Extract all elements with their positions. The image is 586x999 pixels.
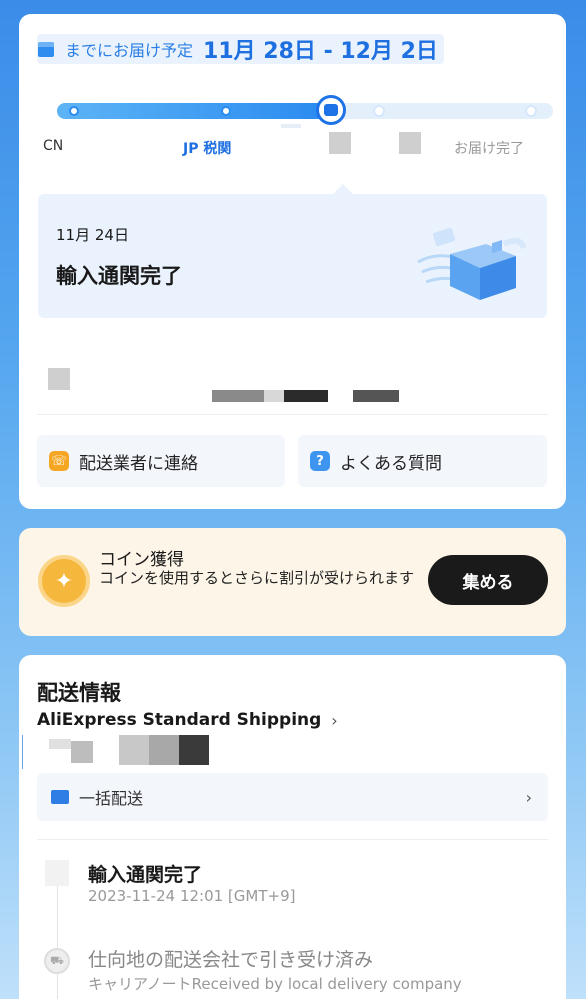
stage-cn: CN <box>43 138 64 154</box>
current-stage-icon <box>316 95 346 125</box>
obscured-label <box>281 124 301 128</box>
progress-dot-jp <box>221 106 231 116</box>
status-title: 輸入通関完了 <box>56 264 182 288</box>
event-title: 仕向地の配送会社で引き受け済み <box>88 949 374 971</box>
collect-coins-button[interactable]: 集める <box>428 555 548 605</box>
contact-carrier-button[interactable]: ☏ 配送業者に連絡 <box>37 435 285 487</box>
carrier-name: AliExpress Standard Shipping <box>37 710 322 730</box>
event-title: 輸入通関完了 <box>88 864 203 886</box>
tracking-card: までにお届け予定 11月 28日 - 12月 2日 CN JP 税関 お届け完了… <box>19 14 566 509</box>
obscured-text <box>264 390 284 402</box>
chevron-right-icon: › <box>331 710 338 730</box>
package-illustration-icon <box>417 227 526 300</box>
delivery-prefix: までにお届け予定 <box>65 41 194 60</box>
status-date: 11月 24日 <box>56 226 129 244</box>
obscured-text <box>353 390 399 402</box>
obscured-text <box>119 735 149 765</box>
shipping-title: 配送情報 <box>37 681 121 705</box>
status-panel: 11月 24日 輸入通関完了 <box>38 184 547 318</box>
event-description: キャリアノートReceived by local delivery compan… <box>88 975 462 993</box>
obscured-label <box>329 132 351 154</box>
obscured-text <box>49 739 71 749</box>
faq-button[interactable]: ? よくある質問 <box>298 435 547 487</box>
shipping-box-icon <box>51 790 69 804</box>
stage-jp-customs: JP 税関 <box>183 141 232 157</box>
obscured-text <box>48 368 70 390</box>
faq-label: よくある質問 <box>340 453 442 474</box>
progress-dot-done <box>527 107 535 115</box>
coin-icon: ✦ <box>38 555 90 607</box>
combined-shipping-label: 一括配送 <box>79 789 144 808</box>
divider <box>37 839 548 840</box>
coins-card: ✦ コイン獲得 コインを使用するとさらに割引が受けられます 集める <box>19 528 566 636</box>
obscured-text <box>22 735 23 769</box>
progress-track <box>57 95 553 125</box>
obscured-text <box>149 735 179 765</box>
delivery-dates: 11月 28日 - 12月 2日 <box>203 39 438 64</box>
obscured-label <box>399 132 421 154</box>
event-time: 2023-11-24 12:01 [GMT+9] <box>88 887 296 905</box>
obscured-text <box>212 390 264 402</box>
truck-icon: ⛟ <box>44 948 70 974</box>
progress-dot-cn <box>69 106 79 116</box>
progress-dot-next <box>375 107 383 115</box>
obscured-text <box>71 741 93 763</box>
package-icon <box>37 39 57 59</box>
chevron-right-icon: › <box>525 787 532 807</box>
contact-carrier-label: 配送業者に連絡 <box>79 453 198 474</box>
coins-title: コイン獲得 <box>99 550 184 570</box>
coins-description: コインを使用するとさらに割引が受けられます <box>99 569 415 587</box>
combined-shipping-row[interactable]: 一括配送 › <box>37 773 548 821</box>
timeline-line <box>57 870 58 999</box>
stage-delivered: お届け完了 <box>454 141 524 157</box>
timeline-marker-current <box>45 860 69 886</box>
shipping-info-card: 配送情報 AliExpress Standard Shipping › 一括配送… <box>19 655 566 999</box>
question-icon: ? <box>310 451 330 471</box>
obscured-text <box>284 390 328 402</box>
obscured-text <box>179 735 209 765</box>
carrier-link[interactable]: AliExpress Standard Shipping › <box>37 710 338 730</box>
phone-icon: ☏ <box>49 451 69 471</box>
progress-fill <box>57 103 330 119</box>
divider <box>37 414 548 415</box>
delivery-estimate: までにお届け予定 11月 28日 - 12月 2日 <box>37 34 444 64</box>
